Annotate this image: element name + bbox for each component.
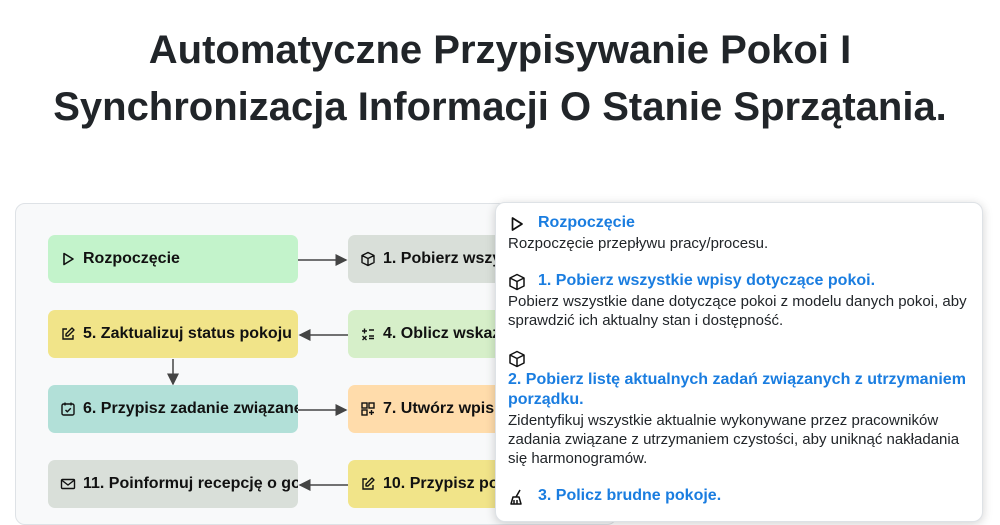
panel-entry-start: Rozpoczęcie Rozpoczęcie przepływu pracy/… xyxy=(508,213,970,253)
node-label: 5. Zaktualizuj status pokoju xyxy=(83,325,292,342)
grid-plus-icon xyxy=(360,401,376,417)
entry-description: Zidentyfikuj wszystkie aktualnie wykonyw… xyxy=(508,412,960,467)
node-label: Rozpoczęcie xyxy=(83,250,180,267)
cube-icon xyxy=(508,350,526,368)
panel-entry-step-3: 3. Policz brudne pokoje. xyxy=(508,486,970,506)
node-step-6[interactable]: 6. Przypisz zadanie związane xyxy=(48,385,298,433)
panel-entry-step-2: 2. Pobierz listę aktualnych zadań związa… xyxy=(508,348,970,468)
entry-title[interactable]: Rozpoczęcie xyxy=(538,213,635,233)
node-start[interactable]: Rozpoczęcie xyxy=(48,235,298,283)
node-label: 7. Utwórz wpis xyxy=(383,400,495,417)
edit-icon xyxy=(60,326,76,342)
cube-icon xyxy=(360,251,376,267)
broom-icon xyxy=(508,488,526,506)
entry-description: Rozpoczęcie przepływu pracy/procesu. xyxy=(508,235,769,252)
panel-entry-step-1: 1. Pobierz wszystkie wpisy dotyczące pok… xyxy=(508,271,970,330)
cube-icon xyxy=(508,273,526,291)
node-step-5[interactable]: 5. Zaktualizuj status pokoju xyxy=(48,310,298,358)
node-label: 11. Poinformuj recepcję o gotowości xyxy=(83,475,298,492)
entry-description: Pobierz wszystkie dane dotyczące pokoi z… xyxy=(508,293,967,329)
entry-title[interactable]: 3. Policz brudne pokoje. xyxy=(538,486,721,506)
details-panel[interactable]: Rozpoczęcie Rozpoczęcie przepływu pracy/… xyxy=(495,202,983,522)
calculator-icon xyxy=(360,326,376,342)
node-step-11[interactable]: 11. Poinformuj recepcję o gotowości xyxy=(48,460,298,508)
mail-icon xyxy=(60,476,76,492)
entry-title[interactable]: 2. Pobierz listę aktualnych zadań związa… xyxy=(508,370,970,410)
edit-icon xyxy=(360,476,376,492)
calendar-check-icon xyxy=(60,401,76,417)
node-label: 6. Przypisz zadanie związane xyxy=(83,400,298,417)
play-icon xyxy=(60,251,76,267)
play-icon xyxy=(508,215,526,233)
page-title: Automatyczne Przypisywanie Pokoi I Synch… xyxy=(53,28,947,129)
entry-title[interactable]: 1. Pobierz wszystkie wpisy dotyczące pok… xyxy=(538,271,875,291)
